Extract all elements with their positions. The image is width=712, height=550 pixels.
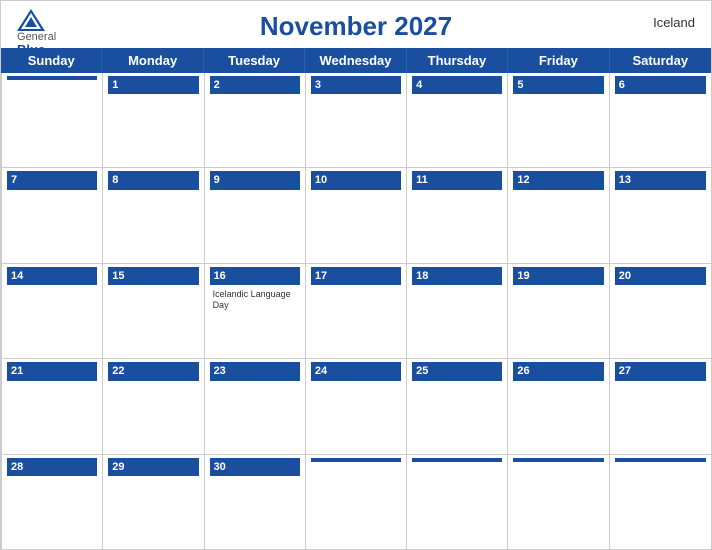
week-row: 789 10 11 12 13: [2, 168, 711, 263]
day-cell: 14: [2, 264, 103, 358]
day-number: 23: [210, 362, 300, 380]
day-header-wednesday: Wednesday: [305, 48, 406, 73]
day-number: 29: [108, 458, 198, 476]
day-number: 1: [108, 76, 198, 94]
logo-icon: [17, 9, 45, 31]
week-row: 14 15 16 Icelandic Language Day 17 18 19 20: [2, 264, 711, 359]
day-cell: 28: [2, 455, 103, 549]
day-cell: 22: [103, 359, 204, 453]
day-number: 19: [513, 267, 603, 285]
day-number: 11: [412, 171, 502, 189]
day-number: 27: [615, 362, 706, 380]
logo: General Blue: [17, 9, 56, 57]
day-header-monday: Monday: [102, 48, 203, 73]
day-number: 30: [210, 458, 300, 476]
day-cell: 2: [205, 73, 306, 167]
day-cell: 11: [407, 168, 508, 262]
day-cell: 25: [407, 359, 508, 453]
day-number: 15: [108, 267, 198, 285]
day-cell: 18: [407, 264, 508, 358]
day-cell: 12: [508, 168, 609, 262]
day-number: 13: [615, 171, 706, 189]
calendar-container: General Blue November 2027 Iceland Sunda…: [0, 0, 712, 550]
calendar-header: General Blue November 2027 Iceland: [1, 1, 711, 48]
day-number: 18: [412, 267, 502, 285]
day-number: 3: [311, 76, 401, 94]
day-cell: 4: [407, 73, 508, 167]
day-number: 7: [7, 171, 97, 189]
day-cell: [610, 455, 711, 549]
day-cell: 8: [103, 168, 204, 262]
day-cell: 16 Icelandic Language Day: [205, 264, 306, 358]
weeks-container: 12345678910111213141516Icelandic Languag…: [1, 73, 711, 549]
day-number: 28: [7, 458, 97, 476]
day-cell: 19: [508, 264, 609, 358]
day-cell: 21: [2, 359, 103, 453]
day-cell: 29: [103, 455, 204, 549]
day-number: 17: [311, 267, 401, 285]
day-cell: 15: [103, 264, 204, 358]
day-cell: 17: [306, 264, 407, 358]
day-number: 4: [412, 76, 502, 94]
day-number: 2: [210, 76, 300, 94]
day-cell: [508, 455, 609, 549]
day-cell: 9: [205, 168, 306, 262]
day-cell: 20: [610, 264, 711, 358]
day-cell: 23: [205, 359, 306, 453]
day-number: 9: [210, 171, 300, 189]
day-number: 20: [615, 267, 706, 285]
day-cell: 24: [306, 359, 407, 453]
day-cell: 3: [306, 73, 407, 167]
day-number: 5: [513, 76, 603, 94]
day-number: 22: [108, 362, 198, 380]
day-cell: 10: [306, 168, 407, 262]
day-cell: 6: [610, 73, 711, 167]
day-number: 21: [7, 362, 97, 380]
day-number: 14: [7, 267, 97, 285]
day-number: 12: [513, 171, 603, 189]
day-cell: 26: [508, 359, 609, 453]
calendar-grid: SundayMondayTuesdayWednesdayThursdayFrid…: [1, 48, 711, 549]
day-cell: [407, 455, 508, 549]
day-number: 10: [311, 171, 401, 189]
day-header-tuesday: Tuesday: [204, 48, 305, 73]
day-header-saturday: Saturday: [610, 48, 711, 73]
day-cell: 5: [508, 73, 609, 167]
day-number: 6: [615, 76, 706, 94]
calendar-title: November 2027: [260, 11, 452, 42]
day-number: 25: [412, 362, 502, 380]
day-number: 16: [210, 267, 300, 285]
country-label: Iceland: [653, 15, 695, 30]
day-cell: 7: [2, 168, 103, 262]
day-cell: 1: [103, 73, 204, 167]
day-number: 8: [108, 171, 198, 189]
day-cell: 13: [610, 168, 711, 262]
day-number: 26: [513, 362, 603, 380]
day-header-friday: Friday: [508, 48, 609, 73]
day-cell: [2, 73, 103, 167]
week-row: 21 22 23 24 25 26 27: [2, 359, 711, 454]
logo-blue: Blue: [17, 43, 45, 57]
day-headers-row: SundayMondayTuesdayWednesdayThursdayFrid…: [1, 48, 711, 73]
day-cell: 27: [610, 359, 711, 453]
day-number: 24: [311, 362, 401, 380]
week-row: 123456: [2, 73, 711, 168]
day-cell: 30: [205, 455, 306, 549]
event-text: Icelandic Language Day: [213, 289, 297, 311]
day-header-thursday: Thursday: [407, 48, 508, 73]
day-cell: [306, 455, 407, 549]
week-row: 28 29 30: [2, 455, 711, 549]
